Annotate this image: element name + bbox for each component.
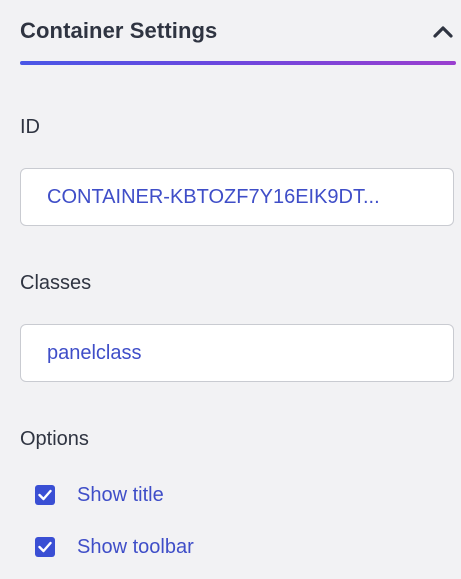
classes-field-value: panelclass [47,341,142,364]
classes-label: Classes [20,272,92,294]
checkbox-checked-icon[interactable] [35,537,55,557]
collapse-button[interactable] [430,19,456,45]
section-title: Container Settings [20,18,218,43]
id-field-value: CONTAINER-KBTOZF7Y16EIK9DT... [47,185,380,208]
section-underline [20,61,456,65]
option-show-toolbar[interactable]: Show toolbar [35,533,194,561]
container-settings-panel: Container Settings ID CONTAINER-KBTOZF7Y… [0,0,461,579]
id-label: ID [20,116,40,138]
option-label: Show toolbar [77,535,194,558]
option-label: Show title [77,483,164,506]
classes-field[interactable]: panelclass [20,324,454,382]
options-label: Options [20,428,89,450]
section-header[interactable]: Container Settings [20,18,456,48]
checkbox-checked-icon[interactable] [35,485,55,505]
option-show-title[interactable]: Show title [35,481,164,509]
chevron-up-icon [433,26,453,38]
id-field[interactable]: CONTAINER-KBTOZF7Y16EIK9DT... [20,168,454,226]
